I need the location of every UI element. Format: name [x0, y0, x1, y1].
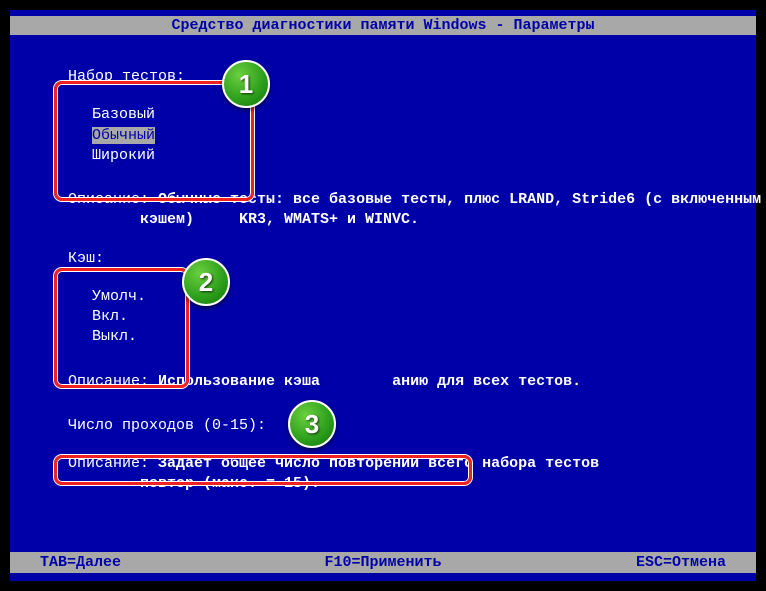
cache-description: Описание: Использование кэша анию для вс… — [20, 372, 746, 392]
pass-description-cont: повтор (макс. = 15). — [20, 474, 746, 494]
hint-f10: F10=Применить — [269, 554, 498, 571]
content-area: Набор тестов: Базовый Обычный Широкий Оп… — [10, 35, 756, 503]
hint-tab: TAB=Далее — [40, 554, 269, 571]
hint-esc: ESC=Отмена — [497, 554, 726, 571]
memory-diagnostic-screen: Средство диагностики памяти Windows - Па… — [10, 10, 756, 581]
footer-bar: TAB=Далее F10=Применить ESC=Отмена — [10, 552, 756, 573]
cache-label: Кэш: — [20, 249, 746, 269]
test-set-label: Набор тестов: — [20, 67, 746, 87]
test-description-cont: кэшем) KR3, WMATS+ и WINVC. — [20, 210, 746, 230]
test-option-standard[interactable]: Обычный — [20, 126, 746, 146]
test-option-basic[interactable]: Базовый — [20, 105, 746, 125]
pass-count-field[interactable]: Число проходов (0-15): 2 — [20, 416, 746, 436]
window-title: Средство диагностики памяти Windows - Па… — [171, 17, 594, 34]
pass-description: Описание: Задает общее число повторений … — [20, 454, 746, 474]
cache-option-off[interactable]: Выкл. — [20, 327, 746, 347]
test-option-extended[interactable]: Широкий — [20, 146, 746, 166]
cache-option-default[interactable]: Умолч. — [20, 287, 746, 307]
test-description: Описание: Обычные тесты: все базовые тес… — [20, 190, 746, 210]
title-bar: Средство диагностики памяти Windows - Па… — [10, 16, 756, 35]
cache-option-on[interactable]: Вкл. — [20, 307, 746, 327]
